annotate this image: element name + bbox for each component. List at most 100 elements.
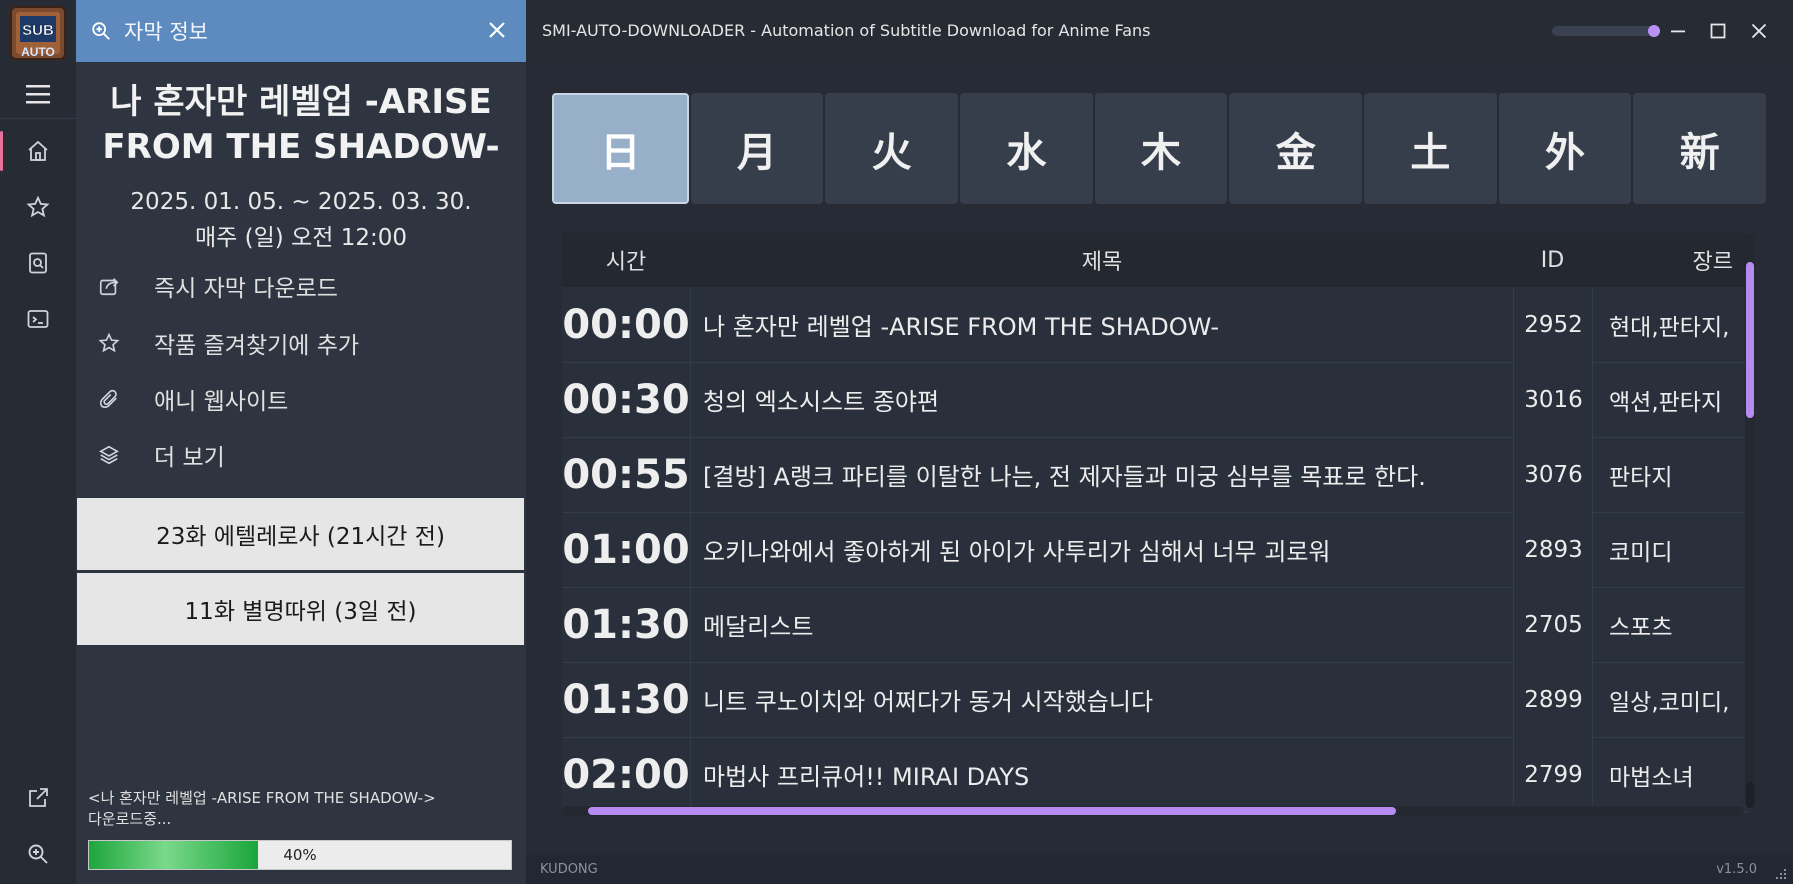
air-schedule: 2025. 01. 05. ~ 2025. 03. 30. 매주 (일) 오전 …: [76, 184, 526, 256]
cell-id: 2799: [1513, 737, 1593, 812]
tab-friday[interactable]: 金: [1229, 93, 1363, 204]
more-info-label: 더 보기: [154, 445, 225, 471]
close-window-button[interactable]: [1744, 16, 1774, 46]
cell-title: 니트 쿠노이치와 어쩌다가 동거 시작했습니다: [703, 688, 1154, 716]
cell-title: [결방] A랭크 파티를 이탈한 나는, 전 제자들과 미궁 심부를 목표로 한…: [703, 463, 1426, 491]
terminal-icon: [26, 307, 50, 331]
cell-title: 청의 엑소시스트 종야편: [703, 388, 940, 416]
cell-genre: 판타지: [1592, 437, 1747, 512]
window-titlebar: SMI-AUTO-DOWNLOADER - Automation of Subt…: [526, 0, 1793, 62]
add-favorite-button[interactable]: 작품 즐겨찾기에 추가: [96, 318, 496, 368]
cell-title: 나 혼자만 레벨업 -ARISE FROM THE SHADOW-: [703, 313, 1220, 341]
cell-title: 메달리스트: [703, 613, 814, 641]
zoom-icon: [90, 20, 112, 42]
nav-home-button[interactable]: [0, 125, 76, 177]
external-link-icon: [26, 786, 50, 810]
table-row[interactable]: 01:00 오키나와에서 좋아하게 된 아이가 사투리가 심해서 너무 괴로워 …: [562, 512, 1747, 588]
add-favorite-label: 작품 즐겨찾기에 추가: [154, 333, 360, 359]
download-status-title: <나 혼자만 레벨업 -ARISE FROM THE SHADOW->: [88, 789, 436, 807]
tab-wednesday[interactable]: 水: [960, 93, 1093, 204]
maximize-button[interactable]: [1703, 16, 1733, 46]
tab-sunday[interactable]: 日: [552, 93, 689, 204]
cell-time: 02:00: [562, 737, 691, 812]
cell-time: 01:30: [562, 662, 691, 737]
minimize-button[interactable]: [1663, 16, 1693, 46]
cell-title: 마법사 프리큐어!! MIRAI DAYS: [703, 763, 1030, 791]
minimize-icon: [1670, 23, 1686, 39]
episode-button[interactable]: 11화 별명따위 (3일 전): [77, 573, 524, 645]
instant-download-button[interactable]: 즉시 자막 다운로드: [96, 261, 496, 311]
tab-new[interactable]: 新: [1633, 93, 1767, 204]
home-icon: [26, 139, 50, 163]
nav-favorites-button[interactable]: [0, 181, 76, 233]
column-header-time[interactable]: 시간: [562, 233, 690, 287]
more-info-button[interactable]: 더 보기: [96, 430, 496, 480]
nav-terminal-button[interactable]: [0, 293, 76, 345]
cell-id: 2899: [1513, 662, 1593, 737]
table-header: 시간 제목 ID 장르: [562, 233, 1747, 287]
weekday-tabs: 日 月 火 水 木 金 土 外 新: [552, 93, 1767, 204]
vertical-scroll-end: [1746, 782, 1754, 808]
tab-thursday[interactable]: 木: [1094, 93, 1228, 204]
column-header-title[interactable]: 제목: [691, 233, 1513, 287]
maximize-icon: [1710, 23, 1726, 39]
slider-knob[interactable]: [1648, 25, 1660, 37]
cell-time: 00:55: [562, 437, 691, 512]
star-icon: [26, 195, 50, 219]
cell-genre: 일상,코미디,: [1592, 662, 1747, 737]
nav-divider: [0, 118, 76, 119]
cell-time: 00:30: [562, 362, 691, 437]
nav-external-button[interactable]: [0, 772, 76, 824]
close-panel-button[interactable]: [488, 21, 506, 39]
nav-zoom-button[interactable]: [0, 828, 76, 880]
column-header-id[interactable]: ID: [1513, 233, 1592, 287]
status-bar: KUDONG v1.5.0: [526, 855, 1793, 884]
menu-icon: [25, 83, 51, 105]
close-icon: [488, 21, 506, 39]
paperclip-icon: [96, 386, 122, 412]
episode-button[interactable]: 23화 에텔레로사 (21시간 전): [77, 498, 524, 570]
resize-grip-icon[interactable]: [1775, 868, 1787, 880]
tab-saturday[interactable]: 土: [1364, 93, 1497, 204]
table-row[interactable]: 02:00 마법사 프리큐어!! MIRAI DAYS 2799 마법소녀: [562, 737, 1747, 813]
menu-toggle-button[interactable]: [0, 68, 76, 120]
window-title: SMI-AUTO-DOWNLOADER - Automation of Subt…: [542, 21, 1151, 40]
tab-other[interactable]: 外: [1498, 93, 1632, 204]
table-row[interactable]: 00:55 [결방] A랭크 파티를 이탈한 나는, 전 제자들과 미궁 심부를…: [562, 437, 1747, 513]
cell-time: 01:00: [562, 512, 691, 587]
star-icon: [96, 330, 122, 356]
tab-tuesday[interactable]: 火: [825, 93, 959, 204]
column-header-genre[interactable]: 장르: [1592, 233, 1747, 287]
table-vertical-scrollbar[interactable]: [1745, 234, 1755, 808]
instant-download-label: 즉시 자막 다운로드: [154, 276, 338, 302]
nav-search-file-button[interactable]: [0, 237, 76, 289]
cell-id: 3016: [1513, 362, 1593, 437]
download-progress-bar: 40%: [88, 840, 512, 870]
download-status: <나 혼자만 레벨업 -ARISE FROM THE SHADOW-> 다운로드…: [88, 788, 436, 830]
cell-genre: 스포츠: [1592, 587, 1747, 662]
vertical-scroll-thumb[interactable]: [1746, 262, 1754, 418]
table-horizontal-scrollbar[interactable]: [562, 806, 1744, 816]
table-row[interactable]: 00:00 나 혼자만 레벨업 -ARISE FROM THE SHADOW- …: [562, 287, 1747, 363]
table-row[interactable]: 00:30 청의 엑소시스트 종야편 3016 액션,판타지: [562, 362, 1747, 438]
author-label: KUDONG: [540, 862, 598, 877]
table-row[interactable]: 01:30 메달리스트 2705 스포츠: [562, 587, 1747, 663]
horizontal-scroll-thumb[interactable]: [588, 807, 1396, 815]
search-file-icon: [26, 251, 50, 275]
info-panel-header: 자막 정보: [76, 0, 526, 62]
cell-genre: 현대,판타지,: [1592, 287, 1747, 362]
logo-auto-text: AUTO: [21, 45, 55, 59]
download-status-text: 다운로드중...: [88, 810, 172, 828]
cell-id: 2705: [1513, 587, 1593, 662]
app-logo: SUB AUTO: [10, 6, 66, 60]
cell-id: 2893: [1513, 512, 1593, 587]
logo-sub-text: SUB: [22, 22, 54, 39]
cell-id: 3076: [1513, 437, 1593, 512]
anime-website-link[interactable]: 애니 웹사이트: [96, 374, 496, 424]
tab-monday[interactable]: 月: [690, 93, 824, 204]
table-row[interactable]: 01:30 니트 쿠노이치와 어쩌다가 동거 시작했습니다 2899 일상,코미…: [562, 662, 1747, 738]
info-panel-title: 자막 정보: [124, 20, 208, 44]
cell-time: 01:30: [562, 587, 691, 662]
opacity-slider[interactable]: [1552, 25, 1660, 37]
cell-id: 2952: [1513, 287, 1593, 362]
